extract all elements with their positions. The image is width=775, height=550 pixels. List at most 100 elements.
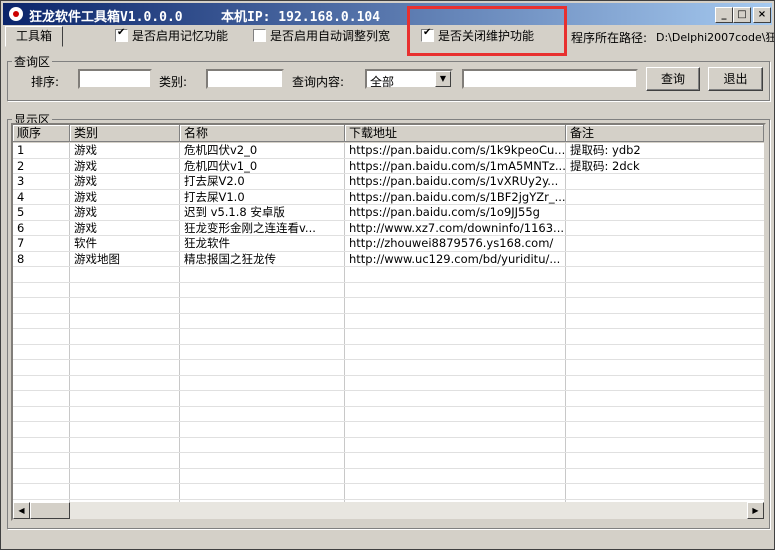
table-row[interactable]: 8 游戏地图 精忠报国之狂龙传 http://www.uc129.com/bd/yur…	[13, 252, 764, 267]
table-cell	[566, 221, 764, 236]
table-cell: 游戏	[74, 205, 97, 219]
table-cell: 提取码: 2dck	[570, 159, 640, 173]
title-bar[interactable]: 狂龙软件工具箱V1.0.0.0 本机IP: 192.168.0.104 _ □ …	[3, 3, 772, 25]
sort-input[interactable]	[78, 69, 152, 89]
tab-toolbox[interactable]: 工具箱	[5, 26, 63, 47]
table-cell: 3	[17, 174, 25, 188]
path-label: 程序所在路径:	[571, 31, 648, 45]
column-header[interactable]: 备注	[566, 125, 764, 142]
remember-checkbox-label: 是否启用记忆功能	[132, 29, 229, 43]
row-gridline	[13, 375, 764, 376]
row-gridline	[13, 282, 764, 283]
table-cell: https://pan.baidu.com/s/1o9JJ55g	[349, 205, 540, 219]
table-cell: 5	[17, 205, 25, 219]
table-cell: http://www.uc129.com/bd/yuriditu/...	[349, 252, 561, 266]
column-header[interactable]: 类别	[70, 125, 180, 142]
grid-header: 顺序 类别 名称 下载地址 备注	[13, 125, 764, 143]
table-cell	[566, 205, 764, 220]
row-gridline	[13, 437, 764, 438]
scroll-thumb[interactable]	[30, 502, 70, 519]
table-row[interactable]: 7 软件 狂龙软件 http://zhouwei8879576.ys168.com/	[13, 236, 764, 251]
local-ip-label: 本机IP: 192.168.0.104	[221, 10, 381, 25]
query-group-title: 查询区	[14, 55, 51, 69]
table-row[interactable]: 2 游戏 危机四伏v1_0 https://pan.baidu.com/s/1mA5M…	[13, 159, 764, 174]
autowidth-checkbox-box[interactable]	[253, 29, 266, 42]
autowidth-checkbox-label: 是否启用自动调整列宽	[270, 29, 391, 43]
table-cell: 游戏	[74, 143, 97, 157]
row-gridline	[13, 421, 764, 422]
row-gridline	[13, 359, 764, 360]
content-select[interactable]: 全部 ▼	[365, 69, 453, 89]
table-cell: 打去屎V1.0	[184, 190, 245, 204]
horizontal-scrollbar[interactable]: ◀ ▶	[13, 502, 764, 519]
table-cell: https://pan.baidu.com/s/1vXRUy2y...	[349, 174, 559, 188]
table-cell: 打去屎V2.0	[184, 174, 245, 188]
row-gridline	[13, 297, 764, 298]
search-button[interactable]: 查询	[646, 67, 700, 91]
exit-button[interactable]: 退出	[708, 67, 763, 91]
data-grid[interactable]: 顺序 类别 名称 下载地址 备注 1 游戏 危机四伏v2_0 https://pan.…	[11, 123, 766, 521]
scroll-left-icon[interactable]: ◀	[13, 502, 30, 519]
table-cell: 提取码: ydb2	[570, 143, 641, 157]
main-window: 狂龙软件工具箱V1.0.0.0 本机IP: 192.168.0.104 _ □ …	[0, 0, 775, 550]
minimize-button[interactable]: _	[715, 7, 733, 23]
row-gridline	[13, 452, 764, 453]
table-cell: 游戏地图	[74, 252, 120, 266]
row-gridline	[13, 499, 764, 500]
table-cell: 6	[17, 221, 25, 235]
table-cell	[566, 174, 764, 189]
table-cell: 7	[17, 236, 25, 250]
row-gridline	[13, 406, 764, 407]
remember-checkbox[interactable]: 是否启用记忆功能	[115, 27, 228, 44]
table-cell: https://pan.baidu.com/s/1BF2jgYZr_...	[349, 190, 566, 204]
category-label: 类别:	[159, 75, 188, 89]
row-gridline	[13, 344, 764, 345]
table-cell	[566, 236, 764, 251]
column-header[interactable]: 名称	[180, 125, 345, 142]
table-cell: 1	[17, 143, 25, 157]
highlight-box	[407, 6, 567, 56]
maximize-button[interactable]: □	[733, 7, 751, 23]
toolbar: 工具箱 是否启用记忆功能 是否启用自动调整列宽 是否关闭维护功能 程序所在路径:…	[1, 26, 774, 47]
table-cell: 软件	[74, 236, 97, 250]
table-cell: https://pan.baidu.com/s/1mA5MNTz...	[349, 159, 566, 173]
table-cell: 4	[17, 190, 25, 204]
table-cell: 8	[17, 252, 25, 266]
table-cell: 狂龙变形金刚之连连看v...	[184, 221, 316, 235]
category-input[interactable]	[206, 69, 284, 89]
content-input[interactable]	[462, 69, 638, 89]
table-row[interactable]: 6 游戏 狂龙变形金刚之连连看v... http://www.xz7.com/down…	[13, 221, 764, 236]
table-cell: 迟到 v5.1.8 安卓版	[184, 205, 285, 219]
sort-label: 排序:	[31, 75, 60, 89]
table-cell: 游戏	[74, 221, 97, 235]
table-cell: 游戏	[74, 159, 97, 173]
table-cell: http://www.xz7.com/downinfo/1163...	[349, 221, 565, 235]
content-label: 查询内容:	[292, 75, 345, 89]
table-row[interactable]: 5 游戏 迟到 v5.1.8 安卓版 https://pan.baidu.com/s/…	[13, 205, 764, 220]
table-row[interactable]: 1 游戏 危机四伏v2_0 https://pan.baidu.com/s/1k9kp…	[13, 143, 764, 158]
table-cell: http://zhouwei8879576.ys168.com/	[349, 236, 554, 250]
column-header[interactable]: 下载地址	[345, 125, 566, 142]
row-gridline	[13, 483, 764, 484]
row-gridline	[13, 468, 764, 469]
row-gridline	[13, 313, 764, 314]
scroll-right-icon[interactable]: ▶	[747, 502, 764, 519]
close-button[interactable]: ×	[753, 7, 771, 23]
table-cell: 2	[17, 159, 25, 173]
column-header[interactable]: 顺序	[13, 125, 70, 142]
chevron-down-icon[interactable]: ▼	[435, 71, 451, 87]
app-icon	[9, 7, 23, 21]
table-cell: 危机四伏v1_0	[184, 159, 258, 173]
table-cell: 游戏	[74, 174, 97, 188]
row-gridline	[13, 328, 764, 329]
remember-checkbox-box[interactable]	[115, 27, 128, 42]
table-row[interactable]: 3 游戏 打去屎V2.0 https://pan.baidu.com/s/1vXRUy…	[13, 174, 764, 189]
row-gridline	[13, 390, 764, 391]
table-cell: 精忠报国之狂龙传	[184, 252, 276, 266]
table-cell	[566, 190, 764, 205]
table-cell: https://pan.baidu.com/s/1k9kpeoCu...	[349, 143, 566, 157]
table-cell	[566, 252, 764, 267]
table-cell: 狂龙软件	[184, 236, 230, 250]
table-row[interactable]: 4 游戏 打去屎V1.0 https://pan.baidu.com/s/1BF2jg…	[13, 190, 764, 205]
autowidth-checkbox[interactable]: 是否启用自动调整列宽	[253, 27, 390, 44]
